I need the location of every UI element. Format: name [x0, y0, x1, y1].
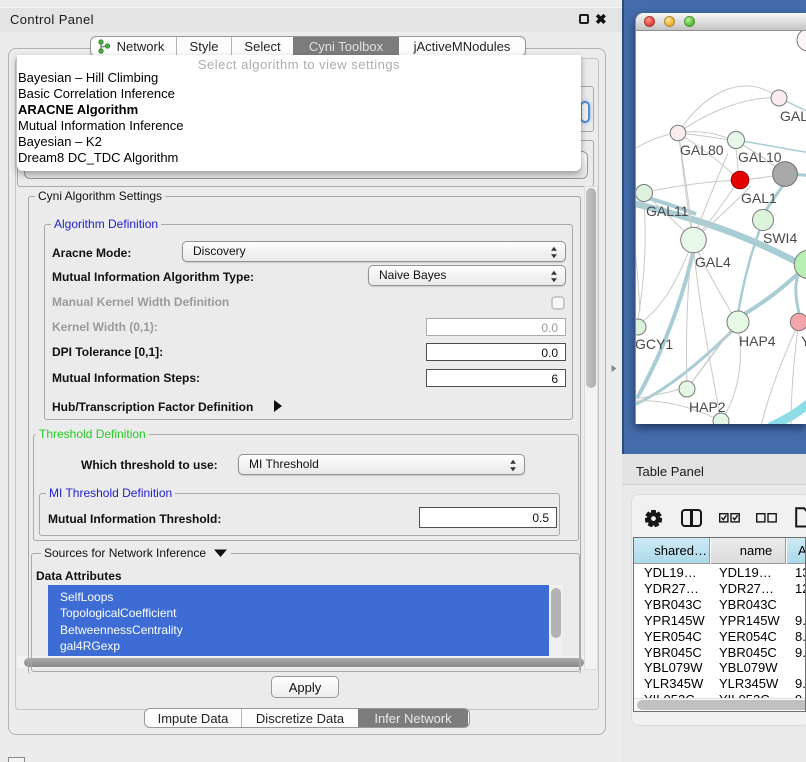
- svg-text:GCY1: GCY1: [636, 336, 673, 352]
- svg-text:GAL11: GAL11: [646, 203, 689, 219]
- svg-text:GAL7: GAL7: [780, 108, 806, 124]
- svg-text:HAP2: HAP2: [689, 399, 726, 415]
- svg-text:GAL80: GAL80: [680, 142, 724, 158]
- svg-text:SWI4: SWI4: [763, 230, 797, 246]
- svg-text:Y: Y: [801, 333, 806, 349]
- svg-text:GAL1: GAL1: [741, 190, 777, 206]
- svg-text:GAL10: GAL10: [738, 149, 782, 165]
- svg-text:HAP4: HAP4: [739, 333, 776, 349]
- svg-text:GAL4: GAL4: [695, 254, 731, 270]
